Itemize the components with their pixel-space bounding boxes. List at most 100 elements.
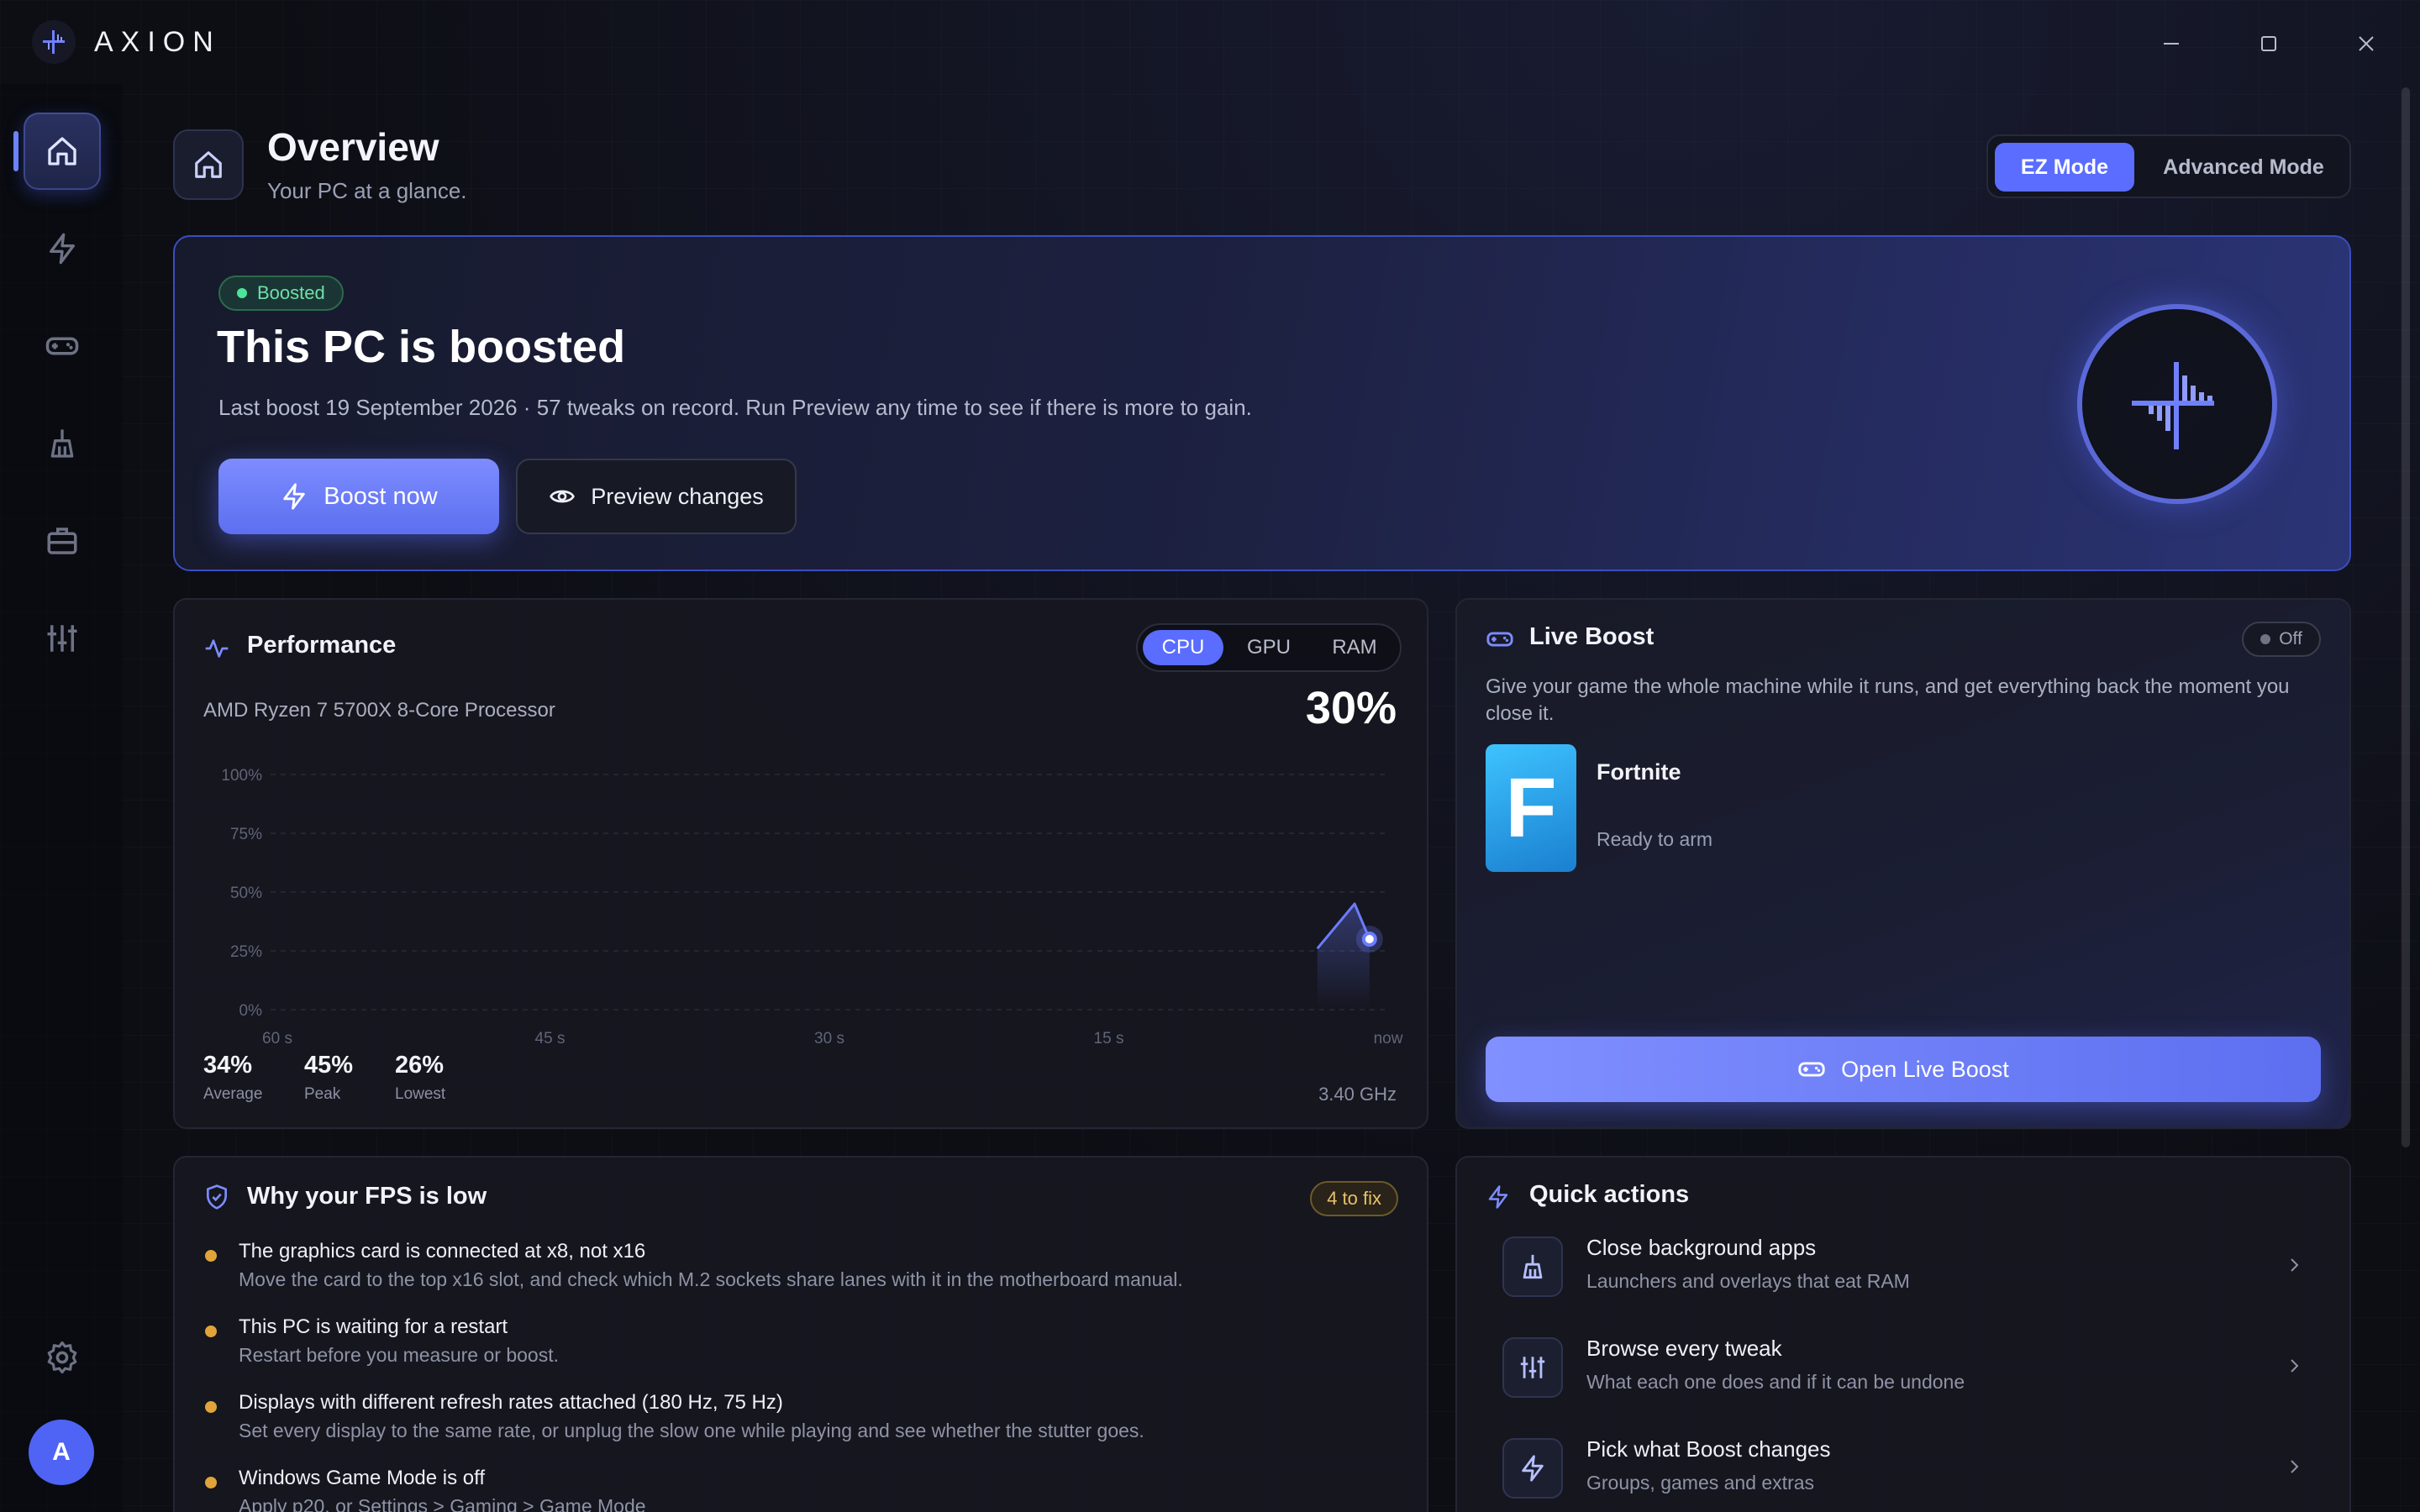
- fps-title: Why your FPS is low: [247, 1183, 487, 1210]
- y-tick-label: 25%: [230, 943, 262, 961]
- issue-title: Displays with different refresh rates at…: [239, 1391, 783, 1414]
- minimize-button[interactable]: [2149, 22, 2193, 66]
- stat-lowest-value: 26%: [395, 1052, 445, 1079]
- nav-item-tweaks[interactable]: [24, 600, 101, 677]
- axion-logo-icon: [2132, 362, 2214, 449]
- cpu-usage-value: 30%: [1305, 683, 1397, 733]
- warning-dot: [205, 1250, 217, 1262]
- shield-check-icon: [207, 1184, 227, 1210]
- chevron-right-icon: [2291, 1460, 2299, 1473]
- x-tick-label: 30 s: [814, 1030, 844, 1047]
- eye-icon: [550, 490, 576, 503]
- stat-average-label: Average: [203, 1085, 263, 1103]
- current-point: [1361, 932, 1377, 947]
- live-boost-description: Give your game the whole machine while i…: [1486, 675, 2290, 725]
- x-tick-label: 15 s: [1094, 1030, 1124, 1047]
- app-name: AXION: [94, 25, 221, 58]
- page-header-icon: [173, 129, 244, 200]
- y-tick-label: 50%: [230, 885, 262, 902]
- chevron-right-icon: [2291, 1359, 2299, 1373]
- cpu-model: AMD Ryzen 7 5700X 8-Core Processor: [203, 699, 555, 722]
- quick-action-pick-boost[interactable]: Pick what Boost changes Groups, games an…: [1486, 1433, 2326, 1512]
- quick-action-close-apps[interactable]: Close background apps Launchers and over…: [1486, 1231, 2326, 1315]
- scrollbar[interactable]: [2402, 87, 2410, 1147]
- gamepad-icon: [1798, 1062, 1825, 1077]
- app-window: AXION A Overview Your PC at a glance. EZ…: [0, 0, 2420, 1512]
- nav-item-games[interactable]: [24, 307, 101, 385]
- stat-peak-label: Peak: [304, 1085, 341, 1103]
- tab-ram[interactable]: RAM: [1314, 630, 1395, 665]
- nav-item-home[interactable]: [24, 113, 101, 190]
- bolt-icon: [283, 483, 306, 510]
- quick-action-subtitle: Launchers and overlays that eat RAM: [1586, 1270, 1910, 1292]
- quick-action-subtitle: What each one does and if it can be undo…: [1586, 1371, 1965, 1393]
- nav-item-boost[interactable]: [24, 210, 101, 287]
- open-live-boost-button[interactable]: Open Live Boost: [1486, 1037, 2321, 1102]
- issue-description: Apply p20, or Settings > Gaming > Game M…: [239, 1495, 646, 1512]
- performance-title: Performance: [247, 632, 397, 659]
- stat-lowest-label: Lowest: [395, 1085, 446, 1103]
- boost-status-card: Boosted This PC is boosted Last boost 19…: [173, 235, 2351, 571]
- quick-action-title: Pick what Boost changes: [1586, 1436, 1831, 1462]
- game-status: Ready to arm: [1597, 828, 1713, 850]
- status-dot: [237, 288, 247, 298]
- broom-icon: [50, 429, 74, 458]
- sliders-icon: [1502, 1337, 1563, 1398]
- page-title: Overview: [267, 125, 439, 169]
- live-boost-title: Live Boost: [1529, 623, 1655, 650]
- minimize-icon: [2164, 43, 2179, 45]
- x-tick-label: 45 s: [535, 1030, 566, 1047]
- y-tick-label: 0%: [239, 1002, 263, 1020]
- nav-active-indicator: [13, 131, 18, 171]
- boosted-badge-label: Boosted: [257, 282, 325, 303]
- issue-title: Windows Game Mode is off: [239, 1467, 486, 1489]
- gear-icon: [47, 1341, 77, 1374]
- y-tick-label: 100%: [221, 767, 262, 785]
- warning-dot: [205, 1477, 217, 1488]
- sliders-icon: [47, 625, 77, 652]
- gamepad-icon: [45, 337, 79, 355]
- quick-actions-title: Quick actions: [1529, 1181, 1690, 1208]
- gamepad-icon: [1486, 632, 1513, 647]
- warning-dot: [205, 1401, 217, 1413]
- fortnite-game-icon[interactable]: F: [1486, 744, 1576, 872]
- maximize-button[interactable]: [2247, 22, 2291, 66]
- x-tick-label: now: [1374, 1030, 1403, 1047]
- settings-button[interactable]: [24, 1319, 101, 1396]
- quick-action-subtitle: Groups, games and extras: [1586, 1472, 1815, 1494]
- quick-actions-card: Quick actions Close background apps Laun…: [1455, 1156, 2351, 1512]
- hero-subtitle: Last boost 19 September 2026 · 57 tweaks…: [218, 395, 1252, 420]
- preview-changes-button[interactable]: Preview changes: [516, 459, 797, 534]
- ez-mode-button[interactable]: EZ Mode: [1995, 143, 2134, 192]
- issue-title: The graphics card is connected at x8, no…: [239, 1240, 646, 1263]
- bolt-icon: [50, 233, 76, 265]
- quick-action-title: Close background apps: [1586, 1235, 1817, 1260]
- boosted-badge: Boosted: [218, 276, 344, 311]
- boost-orb-icon: [2077, 304, 2277, 504]
- bolt-icon: [1488, 1185, 1508, 1209]
- advanced-mode-button[interactable]: Advanced Mode: [2141, 143, 2346, 192]
- issue-description: Set every display to the same rate, or u…: [239, 1420, 1144, 1441]
- nav-item-toolbox[interactable]: [24, 502, 101, 580]
- close-window-button[interactable]: [2344, 22, 2388, 66]
- bolt-icon: [1502, 1438, 1563, 1499]
- user-avatar[interactable]: A: [29, 1420, 94, 1485]
- tab-gpu[interactable]: GPU: [1228, 630, 1309, 665]
- sidebar: [0, 84, 123, 1512]
- home-icon: [48, 137, 76, 165]
- live-boost-toggle[interactable]: Off: [2242, 622, 2321, 657]
- mode-switch: EZ Mode Advanced Mode: [1986, 134, 2351, 198]
- boost-now-button[interactable]: Boost now: [218, 459, 499, 534]
- boost-now-label: Boost now: [324, 482, 438, 510]
- hero-title: This PC is boosted: [217, 322, 626, 372]
- quick-action-browse-tweaks[interactable]: Browse every tweak What each one does an…: [1486, 1332, 2326, 1416]
- performance-card: Performance CPU GPU RAM AMD Ryzen 7 5700…: [173, 598, 1428, 1129]
- page-subtitle: Your PC at a glance.: [267, 178, 467, 203]
- cpu-clock-speed: 3.40 GHz: [1318, 1084, 1397, 1105]
- x-tick-label: 60 s: [262, 1030, 292, 1047]
- nav-item-clean[interactable]: [24, 405, 101, 482]
- maximize-icon: [2261, 36, 2276, 51]
- brand: AXION: [32, 20, 221, 64]
- axion-logo-icon: [32, 20, 76, 64]
- tab-cpu[interactable]: CPU: [1143, 630, 1223, 665]
